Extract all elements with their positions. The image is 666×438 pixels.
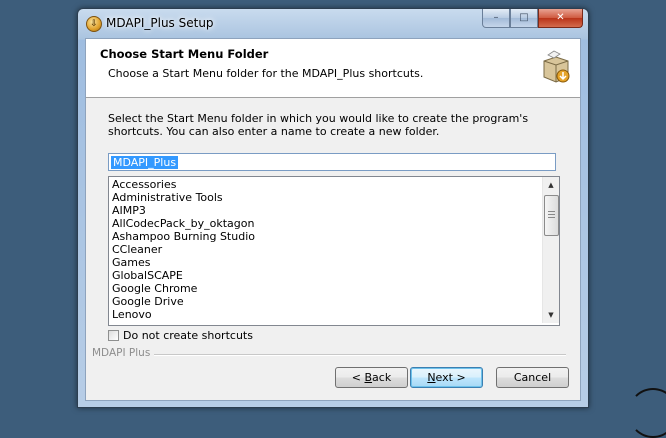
page-header: Choose Start Menu Folder Choose a Start … bbox=[86, 39, 580, 98]
no-shortcuts-option[interactable]: Do not create shortcuts bbox=[108, 328, 253, 342]
folder-list-item[interactable]: CCleaner bbox=[112, 243, 255, 256]
minimize-button[interactable]: – bbox=[482, 9, 510, 28]
maximize-button[interactable]: □ bbox=[510, 9, 538, 28]
scroll-up-arrow-icon[interactable]: ▲ bbox=[543, 178, 559, 192]
folder-list-item[interactable]: Administrative Tools bbox=[112, 191, 255, 204]
no-shortcuts-checkbox[interactable] bbox=[108, 329, 119, 341]
folder-list-item[interactable]: Ashampoo Burning Studio bbox=[112, 230, 255, 243]
folder-list-item[interactable]: Games bbox=[112, 256, 255, 269]
folder-list-scrollbar[interactable]: ▲ ▼ bbox=[542, 177, 559, 323]
folder-input-value: MDAPI_Plus bbox=[111, 156, 179, 169]
folder-list-item[interactable]: Google Chrome bbox=[112, 282, 255, 295]
folder-list-item[interactable]: Lenovo bbox=[112, 308, 255, 321]
start-menu-folder-list[interactable]: Accessories Administrative Tools AIMP3 AllC… bbox=[108, 176, 560, 326]
branding-text: MDAPI Plus bbox=[92, 347, 151, 359]
folder-list-item[interactable]: GlobalSCAPE bbox=[112, 269, 255, 282]
page-title: Choose Start Menu Folder bbox=[100, 47, 269, 61]
installer-box-icon bbox=[543, 50, 570, 83]
folder-list-item[interactable]: AIMP3 bbox=[112, 204, 255, 217]
page-subtitle: Choose a Start Menu folder for the MDAPI… bbox=[108, 67, 424, 80]
folder-list-item[interactable]: Accessories bbox=[112, 178, 255, 191]
instructions-text: Select the Start Menu folder in which yo… bbox=[108, 112, 529, 138]
dialog-client: Choose Start Menu Folder Choose a Start … bbox=[85, 38, 581, 401]
back-button[interactable]: < Back bbox=[335, 367, 408, 388]
folder-list-items: Accessories Administrative Tools AIMP3 AllC… bbox=[112, 178, 255, 321]
scroll-thumb[interactable] bbox=[544, 195, 559, 236]
next-button[interactable]: Next > bbox=[410, 367, 483, 388]
setup-window: ⇩ MDAPI_Plus Setup – □ ✕ Choose Start Me… bbox=[77, 8, 589, 408]
folder-list-item[interactable]: AllCodecPack_by_oktagon bbox=[112, 217, 255, 230]
installer-app-icon[interactable]: ⇩ bbox=[86, 16, 102, 32]
title-bar[interactable]: ⇩ MDAPI_Plus Setup – □ ✕ bbox=[78, 9, 588, 37]
branding-divider bbox=[154, 354, 566, 356]
desktop-decoration bbox=[628, 388, 666, 438]
close-button[interactable]: ✕ bbox=[538, 9, 583, 28]
caption-buttons: – □ ✕ bbox=[482, 9, 583, 28]
scroll-down-arrow-icon[interactable]: ▼ bbox=[543, 308, 559, 322]
no-shortcuts-label[interactable]: Do not create shortcuts bbox=[123, 329, 253, 342]
folder-list-item[interactable]: Google Drive bbox=[112, 295, 255, 308]
window-title: MDAPI_Plus Setup bbox=[106, 16, 214, 30]
start-menu-folder-input[interactable]: MDAPI_Plus bbox=[108, 153, 556, 171]
cancel-button[interactable]: Cancel bbox=[496, 367, 569, 388]
